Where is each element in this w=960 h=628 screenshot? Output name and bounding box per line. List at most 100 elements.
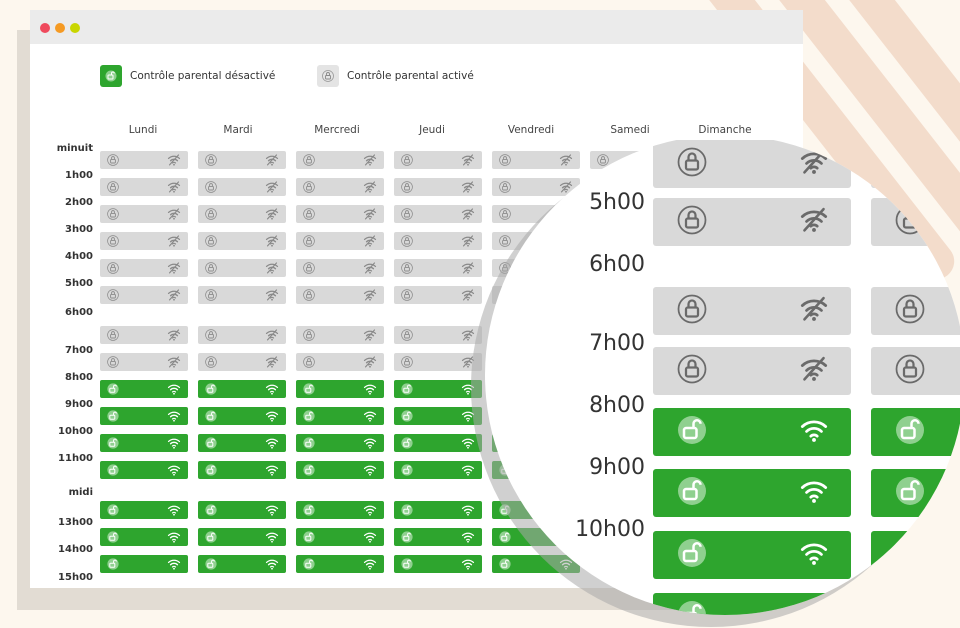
schedule-cell[interactable] — [100, 151, 188, 169]
schedule-cell[interactable] — [394, 178, 482, 196]
schedule-cell[interactable] — [198, 461, 286, 479]
magnified-schedule-cell[interactable] — [871, 408, 960, 456]
schedule-cell[interactable] — [198, 353, 286, 371]
magnified-schedule-cell[interactable] — [871, 287, 960, 335]
schedule-cell[interactable] — [492, 151, 580, 169]
lock-closed-icon — [107, 208, 119, 220]
lock-closed-icon — [597, 154, 609, 166]
wifi-icon — [799, 417, 829, 447]
schedule-cell[interactable] — [100, 178, 188, 196]
lock-open-icon — [107, 383, 119, 395]
schedule-cell[interactable] — [100, 259, 188, 277]
schedule-cell[interactable] — [296, 259, 384, 277]
schedule-cell[interactable] — [296, 151, 384, 169]
wifi-icon — [167, 504, 181, 516]
schedule-cell[interactable] — [198, 528, 286, 546]
schedule-cell[interactable] — [394, 407, 482, 425]
day-header: Samedi — [610, 124, 650, 136]
lock-closed-icon — [303, 262, 315, 274]
schedule-cell[interactable] — [394, 259, 482, 277]
wifi-off-icon — [167, 154, 181, 166]
magnified-schedule-cell[interactable] — [653, 531, 851, 579]
schedule-cell[interactable] — [296, 434, 384, 452]
schedule-cell[interactable] — [296, 353, 384, 371]
schedule-cell[interactable] — [100, 205, 188, 223]
magnified-schedule-cell[interactable] — [871, 469, 960, 517]
magnified-schedule-cell[interactable] — [871, 140, 960, 188]
lock-open-icon — [107, 558, 119, 570]
maximize-dot[interactable] — [70, 23, 80, 33]
lock-closed-icon — [205, 235, 217, 247]
hour-label: 2h00 — [65, 197, 93, 208]
schedule-cell[interactable] — [198, 501, 286, 519]
schedule-cell[interactable] — [198, 205, 286, 223]
magnified-schedule-cell[interactable] — [871, 531, 960, 579]
schedule-cell[interactable] — [100, 501, 188, 519]
magnified-schedule-cell[interactable] — [653, 140, 851, 188]
schedule-cell[interactable] — [394, 501, 482, 519]
schedule-cell[interactable] — [198, 259, 286, 277]
schedule-cell[interactable] — [198, 178, 286, 196]
schedule-cell[interactable] — [198, 434, 286, 452]
schedule-cell[interactable] — [100, 380, 188, 398]
magnified-schedule-cell[interactable] — [653, 408, 851, 456]
wifi-off-icon — [265, 356, 279, 368]
schedule-cell[interactable] — [198, 407, 286, 425]
schedule-cell[interactable] — [198, 555, 286, 573]
schedule-cell[interactable] — [100, 353, 188, 371]
schedule-cell[interactable] — [296, 326, 384, 344]
schedule-cell[interactable] — [296, 407, 384, 425]
schedule-cell[interactable] — [100, 461, 188, 479]
magnified-schedule-cell[interactable] — [871, 593, 960, 615]
magnified-schedule-cell[interactable] — [653, 593, 851, 615]
schedule-cell[interactable] — [394, 151, 482, 169]
schedule-cell[interactable] — [296, 501, 384, 519]
schedule-cell[interactable] — [394, 205, 482, 223]
schedule-cell[interactable] — [100, 232, 188, 250]
schedule-cell[interactable] — [394, 380, 482, 398]
schedule-cell[interactable] — [394, 353, 482, 371]
wifi-off-icon — [363, 235, 377, 247]
schedule-cell[interactable] — [296, 232, 384, 250]
magnified-schedule-cell[interactable] — [871, 347, 960, 395]
schedule-cell[interactable] — [394, 528, 482, 546]
schedule-cell[interactable] — [198, 286, 286, 304]
schedule-cell[interactable] — [296, 380, 384, 398]
schedule-cell[interactable] — [394, 461, 482, 479]
schedule-cell[interactable] — [198, 232, 286, 250]
close-dot[interactable] — [40, 23, 50, 33]
legend-enabled: Contrôle parental activé — [317, 65, 474, 87]
schedule-cell[interactable] — [394, 555, 482, 573]
schedule-cell[interactable] — [296, 461, 384, 479]
lock-closed-icon — [317, 65, 339, 87]
schedule-cell[interactable] — [198, 151, 286, 169]
schedule-cell[interactable] — [394, 434, 482, 452]
schedule-cell[interactable] — [296, 205, 384, 223]
schedule-cell[interactable] — [100, 286, 188, 304]
magnified-schedule-cell[interactable] — [653, 287, 851, 335]
lock-closed-icon — [107, 262, 119, 274]
lock-closed-icon — [303, 356, 315, 368]
schedule-cell[interactable] — [100, 407, 188, 425]
schedule-cell[interactable] — [100, 555, 188, 573]
lock-closed-icon — [895, 205, 925, 239]
schedule-cell[interactable] — [100, 528, 188, 546]
schedule-cell[interactable] — [296, 528, 384, 546]
schedule-cell[interactable] — [296, 286, 384, 304]
wifi-icon — [363, 410, 377, 422]
schedule-cell[interactable] — [492, 555, 580, 573]
schedule-cell[interactable] — [198, 380, 286, 398]
magnified-schedule-cell[interactable] — [871, 198, 960, 246]
magnified-schedule-cell[interactable] — [653, 469, 851, 517]
minimize-dot[interactable] — [55, 23, 65, 33]
magnified-schedule-cell[interactable] — [653, 198, 851, 246]
schedule-cell[interactable] — [198, 326, 286, 344]
schedule-cell[interactable] — [296, 178, 384, 196]
magnified-schedule-cell[interactable] — [653, 347, 851, 395]
schedule-cell[interactable] — [100, 326, 188, 344]
schedule-cell[interactable] — [394, 286, 482, 304]
schedule-cell[interactable] — [296, 555, 384, 573]
schedule-cell[interactable] — [394, 326, 482, 344]
schedule-cell[interactable] — [394, 232, 482, 250]
schedule-cell[interactable] — [100, 434, 188, 452]
